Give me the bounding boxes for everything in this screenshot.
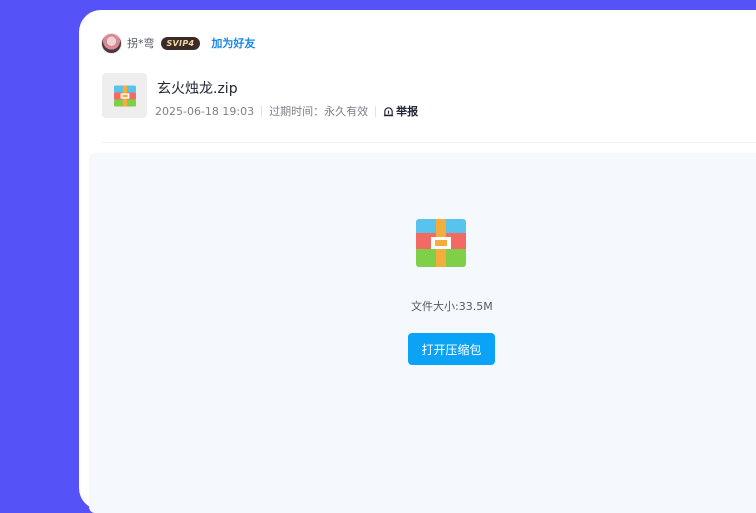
file-size: 文件大小:33.5M	[411, 300, 493, 313]
meta-divider	[375, 105, 377, 117]
expiry-info: 过期时间：永久有效	[269, 105, 369, 118]
file-name: 玄火烛龙.zip	[157, 81, 238, 97]
upload-time: 2025-06-18 19:03	[155, 104, 255, 118]
uploader-info: 拐*弯 SVIP4 加为好友	[101, 32, 255, 54]
vip-badge: SVIP4	[160, 36, 201, 50]
file-meta: 2025-06-18 19:03 过期时间：永久有效 举报	[155, 103, 418, 119]
zip-archive-icon	[416, 219, 466, 267]
uploader-name[interactable]: 拐*弯	[127, 35, 155, 51]
section-divider	[102, 142, 756, 143]
report-button[interactable]: 举报	[383, 103, 418, 119]
avatar[interactable]	[101, 32, 122, 54]
add-friend-link[interactable]: 加为好友	[211, 35, 255, 51]
report-icon	[384, 106, 394, 116]
meta-divider	[261, 105, 263, 117]
file-thumbnail	[102, 73, 147, 118]
zip-archive-icon	[113, 84, 136, 107]
open-archive-button[interactable]: 打开压缩包	[408, 333, 495, 365]
report-label: 举报	[396, 105, 419, 118]
